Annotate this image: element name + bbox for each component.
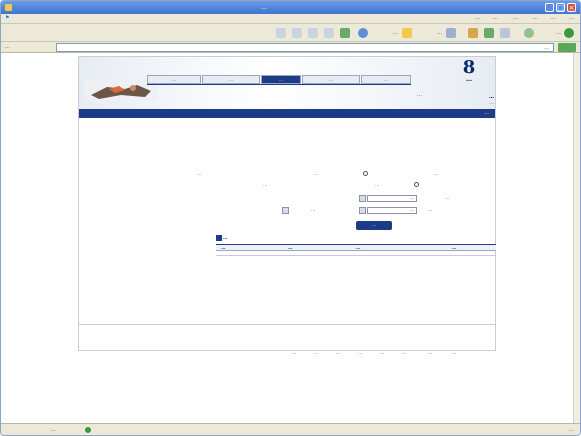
go-button[interactable] (558, 43, 576, 52)
refresh-icon[interactable] (484, 28, 494, 38)
footer-link[interactable]: … (428, 351, 433, 356)
print-icon[interactable] (308, 28, 318, 38)
stop-icon[interactable] (500, 28, 510, 38)
date-field[interactable]: … (367, 195, 417, 202)
home-icon[interactable] (468, 28, 478, 38)
from-calendar-icon[interactable] (359, 207, 366, 214)
to-calendar-icon[interactable] (282, 207, 289, 214)
menu-item[interactable]: … (493, 15, 498, 21)
mail-icon[interactable] (324, 28, 334, 38)
footer-link[interactable]: … (313, 351, 318, 356)
status-right: … (569, 427, 574, 433)
tab-5[interactable]: … (361, 75, 411, 84)
option-b-note: … (263, 183, 268, 188)
option-a-label: … (313, 172, 318, 177)
section-title: … (489, 94, 494, 100)
option-a-note: … (197, 172, 202, 177)
site-tabs: … … … … … (147, 75, 411, 84)
search-label[interactable]: … (437, 30, 442, 36)
favorites-label[interactable]: … (393, 30, 398, 36)
menu-item[interactable]: … (513, 15, 518, 21)
address-url: … (544, 45, 549, 51)
tab-underline (147, 84, 411, 85)
windows-flag-icon: ⚑ (5, 15, 10, 21)
option-b-label: … (375, 183, 380, 188)
results-table-body (216, 251, 496, 256)
browser-icon (5, 4, 12, 11)
footer-link[interactable]: … (292, 351, 297, 356)
tab-4[interactable]: … (302, 75, 360, 84)
option-b-radio[interactable] (414, 182, 419, 187)
forward-arrow-icon[interactable] (524, 28, 534, 38)
results-label: … (223, 236, 228, 241)
browser-window: … _ □ × … … … … … … ⚑ … … … … … 8 … … … … (0, 0, 581, 436)
footer-link[interactable]: … (452, 351, 457, 356)
section-subtitle: … (489, 101, 495, 106)
go-label: … (5, 44, 10, 50)
footer-link[interactable]: … (358, 351, 363, 356)
edit-icon[interactable] (292, 28, 302, 38)
results-table-header: … … … … (216, 244, 496, 251)
status-bar: … … (1, 423, 580, 435)
maximize-button[interactable]: □ (556, 3, 565, 12)
menu-item[interactable]: … (533, 15, 538, 21)
window-title: … (261, 4, 267, 11)
internet-zone-icon (85, 427, 91, 433)
title-bar: … _ □ × (1, 1, 580, 14)
site-navbar: … (79, 109, 495, 118)
vertical-scrollbar[interactable] (573, 53, 580, 425)
menu-item[interactable]: … (551, 15, 556, 21)
from-field[interactable]: … (367, 207, 417, 214)
footer-link[interactable]: … (336, 351, 341, 356)
web-page: 8 … … … (78, 56, 496, 351)
media-icon[interactable] (358, 28, 368, 38)
address-bar: … … (1, 42, 580, 53)
date-label: … (445, 196, 450, 201)
history-icon[interactable] (340, 28, 350, 38)
back-label[interactable]: … (556, 30, 561, 36)
footer-link[interactable]: … (380, 351, 385, 356)
close-button[interactable]: × (567, 3, 576, 12)
status-zone: … (51, 427, 56, 433)
type-label: … (434, 172, 439, 177)
tab-1[interactable]: … (147, 75, 201, 84)
menu-item[interactable]: … (475, 15, 480, 21)
tab-2[interactable]: … (202, 75, 260, 84)
menu-bar: … … … … … … ⚑ (1, 14, 580, 24)
print-icon[interactable] (216, 235, 222, 241)
calendar-icon[interactable] (359, 195, 366, 202)
header-link[interactable]: … (417, 92, 422, 98)
footer-link[interactable]: … (402, 351, 407, 356)
from-label: … (428, 208, 433, 213)
address-input[interactable]: … (56, 43, 554, 52)
to-label: … (311, 208, 316, 213)
option-a-radio[interactable] (363, 171, 368, 176)
tab-active[interactable]: … (261, 75, 301, 84)
logo-name: … (466, 76, 472, 83)
site-logo[interactable]: 8 … (455, 57, 483, 86)
back-arrow-icon[interactable] (564, 28, 574, 38)
toolbar: … … … (1, 24, 580, 42)
menu-item[interactable]: … (569, 15, 574, 21)
discuss-icon[interactable] (276, 28, 286, 38)
navbar-title: … (484, 110, 489, 116)
minimize-button[interactable]: _ (545, 3, 554, 12)
footer-divider (79, 324, 496, 325)
favorites-star-icon[interactable] (402, 28, 412, 38)
logo-number: 8 (462, 57, 476, 78)
submit-button[interactable]: … (356, 221, 392, 230)
search-icon[interactable] (446, 28, 456, 38)
